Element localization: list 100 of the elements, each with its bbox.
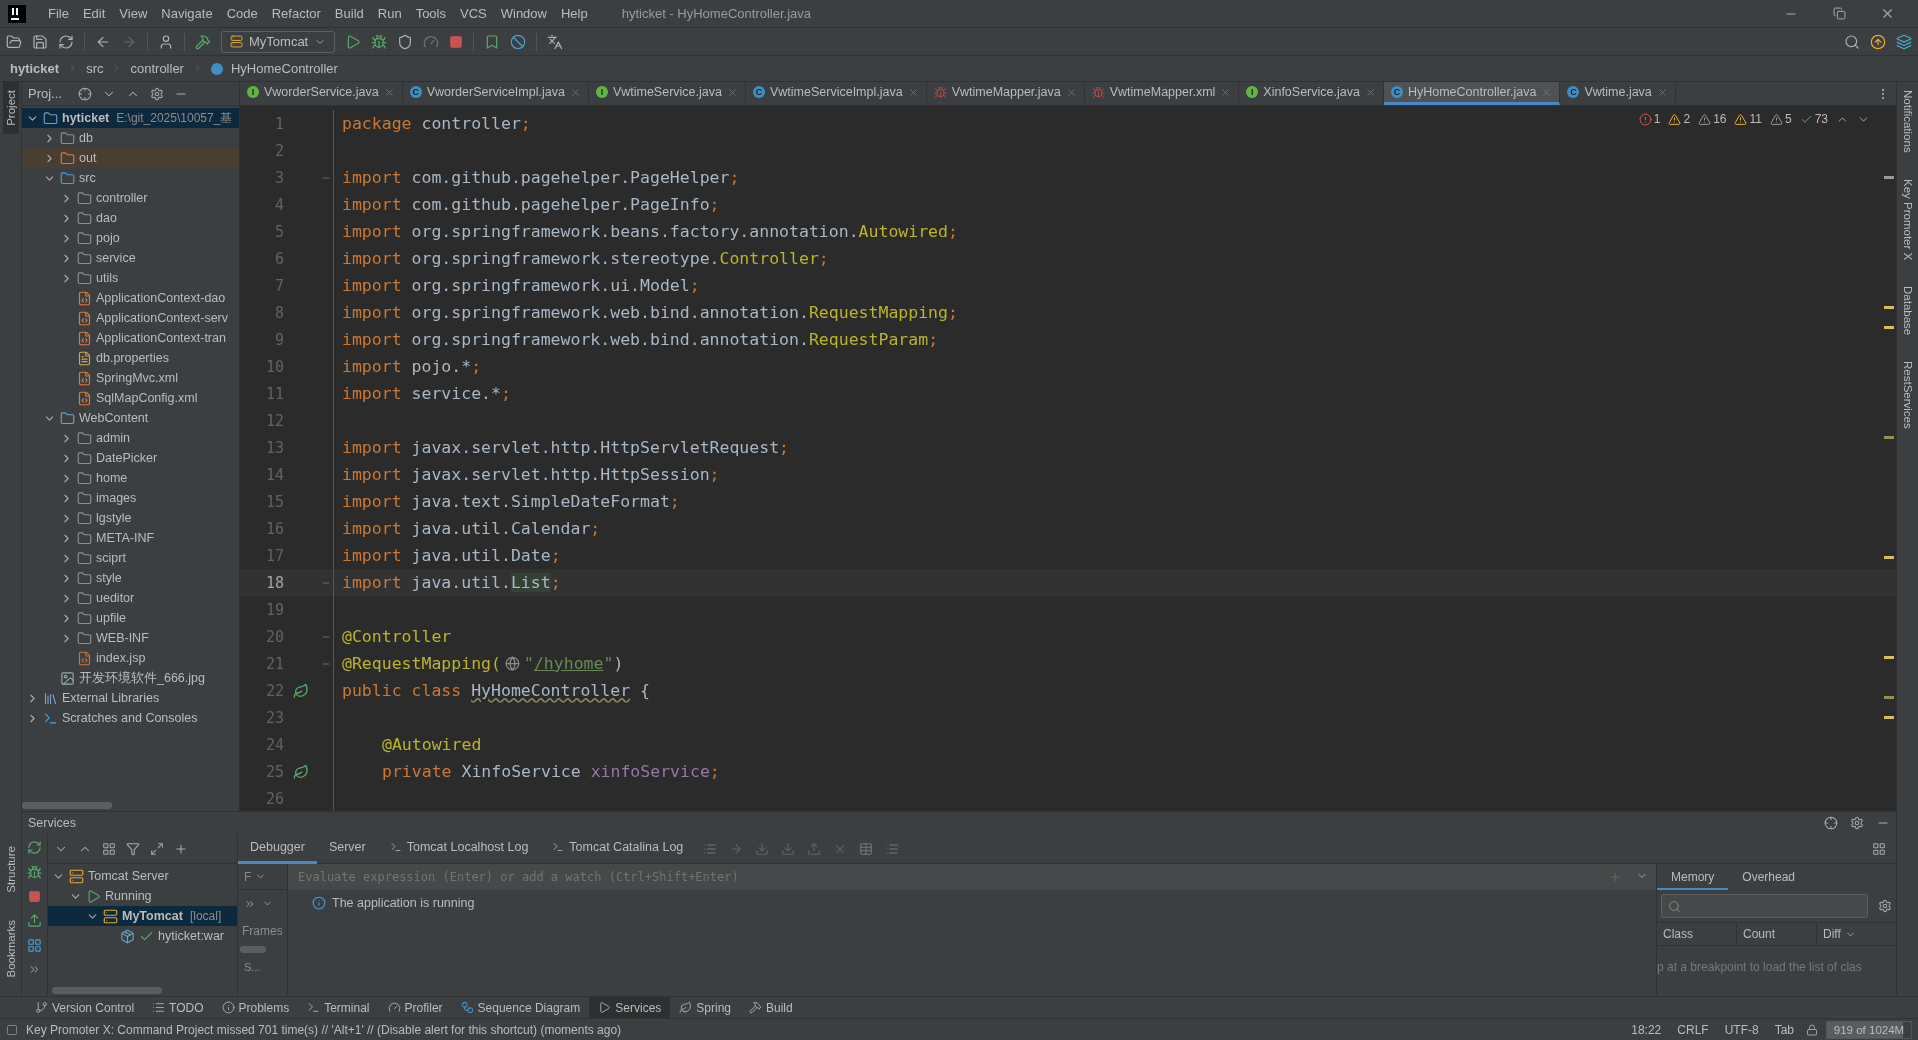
menu-item[interactable]: Navigate	[155, 6, 219, 21]
memory-tab[interactable]: Overhead	[1728, 866, 1810, 890]
editor-tab[interactable]: I VworderService.java	[240, 82, 403, 105]
tree-item[interactable]: lgstyle	[22, 508, 239, 528]
menu-item[interactable]: Build	[328, 6, 370, 21]
scrollbar[interactable]	[22, 802, 112, 809]
run-config-dropdown[interactable]: MyTomcat	[221, 30, 336, 53]
close-tab-icon[interactable]	[1364, 86, 1376, 98]
add-icon[interactable]	[174, 841, 188, 856]
tool-window-tab[interactable]: Structure	[2, 837, 19, 901]
editor-tab[interactable]: VwtimeMapper.java	[926, 82, 1085, 105]
tree-item[interactable]: External Libraries	[22, 688, 239, 708]
close-tab-icon[interactable]	[726, 86, 738, 98]
tree-item[interactable]: Tomcat Server	[48, 866, 237, 886]
layout-icon[interactable]	[1872, 841, 1886, 856]
editor-tab[interactable]: C Vwtime.java	[1560, 82, 1676, 105]
status-item[interactable]: 18:22	[1627, 1022, 1666, 1037]
tree-item[interactable]: sciprt	[22, 548, 239, 568]
bean-gutter-icon[interactable]	[293, 682, 309, 699]
debug-icon[interactable]	[371, 33, 388, 50]
status-item[interactable]: UTF-8	[1720, 1022, 1763, 1037]
globe-icon[interactable]	[504, 656, 520, 671]
tree-item[interactable]: SpringMvc.xml	[22, 368, 239, 388]
build-icon[interactable]	[195, 33, 211, 50]
settings-icon[interactable]	[1878, 899, 1892, 913]
editor-tab[interactable]: C VwtimeServiceImpl.java	[745, 82, 927, 105]
group-icon[interactable]	[102, 841, 116, 856]
close-tab-icon[interactable]	[907, 86, 919, 98]
update-icon[interactable]	[1870, 33, 1886, 50]
close-tab-icon[interactable]	[1220, 86, 1232, 98]
tree-item[interactable]: META-INF	[22, 528, 239, 548]
tree-item[interactable]: utils	[22, 268, 239, 288]
status-item[interactable]: CRLF	[1673, 1022, 1713, 1037]
tree-item[interactable]: src	[22, 168, 239, 188]
editor-tab[interactable]: C VworderServiceImpl.java	[402, 82, 589, 105]
status-item[interactable]: Tab	[1770, 1022, 1798, 1037]
tree-item[interactable]: WEB-INF	[22, 628, 239, 648]
translate-icon[interactable]	[547, 33, 564, 50]
breadcrumb-item[interactable]: HyHomeController	[230, 61, 338, 76]
inspection-count[interactable]: 2	[1668, 112, 1691, 126]
more-icon[interactable]	[244, 898, 256, 910]
tree-item[interactable]: db.properties	[22, 348, 239, 368]
tree-item[interactable]: db	[22, 128, 239, 148]
tool-window-tab[interactable]: Project	[2, 82, 19, 134]
column-header[interactable]: Class	[1657, 923, 1737, 945]
close-tab-icon[interactable]	[1065, 86, 1077, 98]
settings-icon[interactable]	[1850, 816, 1864, 830]
scrollbar[interactable]	[52, 987, 162, 994]
editor-tab[interactable]: C HyHomeController.java	[1383, 82, 1561, 105]
close-tab-icon[interactable]	[1656, 86, 1668, 98]
run-icon[interactable]	[345, 33, 362, 50]
search-icon[interactable]	[1844, 33, 1860, 50]
tree-item[interactable]: ApplicationContext-dao	[22, 288, 239, 308]
tree-item[interactable]: controller	[22, 188, 239, 208]
breadcrumb-item[interactable]: hyticket	[10, 61, 60, 76]
rerun-icon[interactable]	[27, 840, 42, 855]
menu-item[interactable]: Window	[494, 6, 553, 21]
memory-tab[interactable]: Memory	[1657, 866, 1729, 890]
locate-icon[interactable]	[77, 86, 92, 101]
settings-icon[interactable]	[149, 86, 164, 101]
tool-window-tab[interactable]: RestServices	[1899, 353, 1916, 437]
tool-window-tab[interactable]: Database	[1899, 277, 1916, 344]
tool-window-tab[interactable]: Services	[589, 996, 671, 1019]
tree-item[interactable]: 开发环境软件_666.jpg	[22, 668, 239, 688]
tool-window-tab[interactable]: Terminal	[298, 996, 379, 1019]
block-icon[interactable]	[510, 33, 527, 50]
table-icon[interactable]	[859, 841, 874, 856]
locate-icon[interactable]	[1824, 816, 1838, 830]
tool-window-tab[interactable]: Version Control	[26, 996, 144, 1019]
editor-tab[interactable]: VwtimeMapper.xml	[1084, 82, 1240, 105]
debugger-tab[interactable]: Tomcat Catalina Log	[540, 833, 696, 864]
debug-icon[interactable]	[27, 865, 42, 880]
tree-item[interactable]: Scratches and Consoles	[22, 708, 239, 728]
tree-item[interactable]: index.jsp	[22, 648, 239, 668]
inspection-count[interactable]: 1	[1638, 112, 1661, 126]
frames-tab[interactable]: S...	[238, 961, 287, 973]
tree-item[interactable]: style	[22, 568, 239, 588]
editor-tab[interactable]: I XinfoService.java	[1239, 82, 1384, 105]
menu-item[interactable]: Edit	[76, 6, 112, 21]
tree-item[interactable]: ApplicationContext-tran	[22, 328, 239, 348]
menu-item[interactable]: File	[42, 6, 75, 21]
tree-item[interactable]: hyticket E:\git_2025\10057_基	[22, 108, 239, 128]
tree-item[interactable]: home	[22, 468, 239, 488]
breadcrumb-item[interactable]: controller	[130, 61, 184, 76]
tree-item[interactable]: WebContent	[22, 408, 239, 428]
tree-item[interactable]: SqlMapConfig.xml	[22, 388, 239, 408]
tree-item[interactable]: Running	[48, 886, 237, 906]
menu-item[interactable]: Refactor	[265, 6, 327, 21]
layout-icon[interactable]	[27, 938, 42, 953]
deploy-icon[interactable]	[27, 913, 42, 928]
tool-window-tab[interactable]: Key Promoter X	[1899, 170, 1916, 268]
tree-item[interactable]: MyTomcat [local]	[48, 906, 237, 926]
search-field[interactable]	[1661, 894, 1868, 918]
inspection-count[interactable]: 5	[1769, 112, 1792, 126]
tree-item[interactable]: dao	[22, 208, 239, 228]
menu-item[interactable]: Help	[554, 6, 594, 21]
tool-window-tab[interactable]: Profiler	[378, 996, 452, 1019]
menu-item[interactable]: VCS	[454, 6, 493, 21]
tool-window-tab[interactable]: Spring	[670, 996, 740, 1019]
more-icon[interactable]	[28, 963, 41, 976]
